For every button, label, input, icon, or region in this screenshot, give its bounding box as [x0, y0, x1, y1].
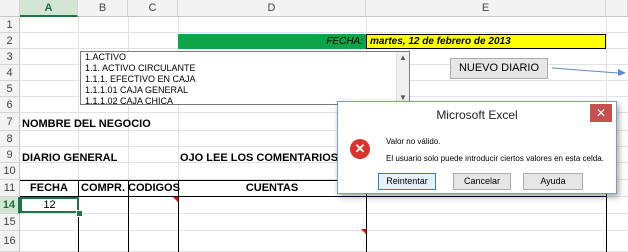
- help-button[interactable]: Ayuda: [523, 173, 583, 190]
- row-header-10[interactable]: 10: [0, 163, 20, 180]
- grid-line: [20, 230, 628, 231]
- list-item[interactable]: 1.1.1.01 CAJA GENERAL: [81, 85, 409, 96]
- cancel-button[interactable]: Cancelar: [453, 173, 511, 190]
- comment-indicator-icon[interactable]: [173, 197, 178, 202]
- row-header-4[interactable]: 4: [0, 65, 20, 81]
- column-header-b[interactable]: B: [78, 0, 128, 17]
- column-header-e[interactable]: E: [366, 0, 606, 17]
- list-item[interactable]: 1.ACTIVO: [81, 52, 409, 63]
- grid-line: [20, 32, 628, 33]
- header-compr: COMPR.: [81, 182, 125, 194]
- row-header-7[interactable]: 7: [0, 113, 20, 131]
- column-header-c[interactable]: C: [128, 0, 178, 17]
- grid-line: [20, 213, 628, 214]
- error-dialog: Microsoft Excel ✕ ✕ Valor no válido. El …: [337, 101, 617, 194]
- row-header-6[interactable]: 6: [0, 97, 20, 113]
- row-header-15[interactable]: 15: [0, 214, 20, 231]
- header-bottom-border: [20, 196, 606, 197]
- row-header-16[interactable]: 16: [0, 231, 20, 252]
- dialog-message-detail: El usuario solo puede introducir ciertos…: [386, 154, 604, 163]
- row-header-3[interactable]: 3: [0, 49, 20, 65]
- fill-handle[interactable]: [76, 210, 83, 217]
- column-header-a[interactable]: A: [20, 0, 78, 17]
- nuevo-diario-button[interactable]: NUEVO DIARIO: [450, 58, 548, 79]
- list-item[interactable]: 1.1.1. EFECTIVO EN CAJA: [81, 74, 409, 85]
- header-codigos: CODIGOS: [128, 182, 180, 194]
- row-header-11[interactable]: 11: [0, 180, 20, 197]
- business-name-title: NOMBRE DEL NEGOCIO: [22, 118, 151, 130]
- dialog-message-title: Valor no válido.: [386, 137, 441, 146]
- arrow-connector-icon: [551, 67, 626, 76]
- listbox-scrollbar[interactable]: ▲ ▼: [396, 52, 409, 104]
- account-listbox[interactable]: 1.ACTIVO 1.1. ACTIVO CIRCULANTE 1.1.1. E…: [80, 51, 410, 106]
- row-header-2[interactable]: 2: [0, 33, 20, 49]
- close-icon[interactable]: ✕: [590, 104, 612, 122]
- row-header-8[interactable]: 8: [0, 131, 20, 147]
- comments-note: OJO LEE LOS COMENTARIOS: [180, 152, 339, 164]
- fecha-label: FECHA:: [178, 34, 366, 49]
- error-icon: ✕: [350, 139, 370, 159]
- retry-button[interactable]: Reintentar: [378, 173, 436, 190]
- dialog-title: Microsoft Excel: [338, 102, 616, 128]
- row-header-1[interactable]: 1: [0, 17, 20, 33]
- row-header-9[interactable]: 9: [0, 147, 20, 163]
- col-border: [128, 180, 129, 252]
- scroll-up-icon[interactable]: ▲: [397, 52, 409, 64]
- column-header-f[interactable]: [606, 0, 628, 17]
- diario-general-title: DIARIO GENERAL: [22, 152, 118, 164]
- column-header-d[interactable]: D: [178, 0, 366, 17]
- header-fecha: FECHA: [30, 182, 68, 194]
- row-header-5[interactable]: 5: [0, 81, 20, 97]
- comment-indicator-icon[interactable]: [361, 229, 366, 234]
- active-cell-a14[interactable]: 12: [20, 197, 79, 213]
- row-header-14[interactable]: 14: [0, 197, 20, 214]
- col-border: [178, 180, 179, 252]
- fecha-value-cell[interactable]: martes, 12 de febrero de 2013: [366, 34, 606, 49]
- select-all-corner[interactable]: [0, 0, 20, 17]
- list-item[interactable]: 1.1. ACTIVO CIRCULANTE: [81, 63, 409, 74]
